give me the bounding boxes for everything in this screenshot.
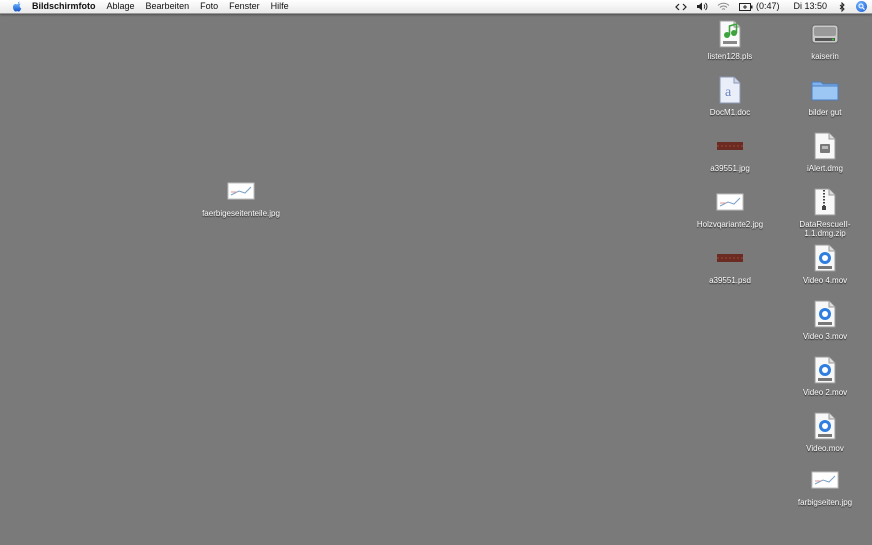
menu-fenster[interactable]: Fenster	[229, 0, 260, 13]
desktop-icon-label: kaiserin	[811, 52, 839, 61]
menu-ablage[interactable]: Ablage	[107, 0, 135, 13]
desktop-icon-listen128[interactable]: listen128.pls	[684, 19, 776, 61]
desktop-icon-label: Video 3.mov	[802, 332, 848, 341]
desktop-icon-faerbigeseitenteile[interactable]: faerbigeseitenteile.jpg	[195, 176, 287, 218]
battery-icon	[738, 2, 753, 11]
desktop-icon-label: Video.mov	[806, 444, 844, 453]
desktop-icon-label: Holzvqariante2.jpg	[696, 220, 764, 229]
menu-hilfe[interactable]: Hilfe	[271, 0, 289, 13]
desktop-icon-label: farbigseiten.jpg	[797, 498, 853, 507]
jpeg-thumbnail-icon	[715, 131, 745, 161]
desktop-icon-farbigseiten[interactable]: farbigseiten.jpg	[779, 465, 871, 507]
desktop-icon-label: iAlert.dmg	[806, 164, 843, 173]
desktop-icon-label: faerbigeseitenteile.jpg	[202, 209, 280, 218]
desktop-icon-label: DocM1.doc	[709, 108, 751, 117]
menu-app-name[interactable]: Bildschirmfoto	[32, 0, 96, 13]
quicktime-movie-icon	[810, 355, 840, 385]
jpeg-thumbnail-icon	[226, 176, 256, 206]
desktop-icon-video2[interactable]: Video 2.mov	[779, 355, 871, 397]
zip-archive-icon	[810, 187, 840, 217]
word-document-icon: a	[715, 75, 745, 105]
desktop-icon-holzvqariante2[interactable]: Holzvqariante2.jpg	[684, 187, 776, 229]
desktop-icon-video[interactable]: Video.mov	[779, 411, 871, 453]
svg-text:a: a	[725, 85, 732, 100]
desktop-icon-datarescue[interactable]: DataRescueII-1.1.dmg.zip	[779, 187, 871, 238]
desktop-icon-label: DataRescueII-1.1.dmg.zip	[799, 220, 851, 238]
spotlight-button[interactable]	[856, 1, 867, 12]
desktop-icon-label: a39551.jpg	[710, 164, 750, 173]
desktop-icon-kaiserin[interactable]: kaiserin	[779, 19, 871, 61]
disk-image-icon	[810, 131, 840, 161]
wifi-icon[interactable]	[717, 2, 730, 11]
apple-menu-icon[interactable]	[11, 1, 23, 13]
desktop-icon-label: Video 4.mov	[802, 276, 848, 285]
desktop-icon-video4[interactable]: Video 4.mov	[779, 243, 871, 285]
quicktime-movie-icon	[810, 243, 840, 273]
battery-time: (0:47)	[755, 1, 780, 11]
quicktime-movie-icon	[810, 299, 840, 329]
menu-bar: Bildschirmfoto Ablage Bearbeiten Foto Fe…	[0, 0, 872, 14]
psd-thumbnail-icon	[715, 243, 745, 273]
battery-status[interactable]: (0:47)	[738, 0, 780, 13]
desktop-icon-video3[interactable]: Video 3.mov	[779, 299, 871, 341]
desktop-icon-ialert[interactable]: iAlert.dmg	[779, 131, 871, 173]
desktop-icon-a39551-jpg[interactable]: a39551.jpg	[684, 131, 776, 173]
volume-icon[interactable]	[696, 2, 708, 11]
desktop-icon-bilder-gut[interactable]: bilder gut	[779, 75, 871, 117]
spotlight-icon	[856, 1, 867, 12]
hard-drive-icon	[810, 19, 840, 49]
desktop-icon-a39551-psd[interactable]: a39551.psd	[684, 243, 776, 285]
playlist-file-icon	[715, 19, 745, 49]
desktop-icon-docm1[interactable]: a DocM1.doc	[684, 75, 776, 117]
desktop-icon-label: listen128.pls	[707, 52, 753, 61]
desktop-icon-label: a39551.psd	[709, 276, 751, 285]
script-menu-icon[interactable]	[675, 3, 687, 11]
bluetooth-icon[interactable]	[839, 1, 846, 12]
jpeg-thumbnail-icon	[715, 187, 745, 217]
desktop-icon-label: bilder gut	[808, 108, 842, 117]
folder-icon	[810, 75, 840, 105]
menu-foto[interactable]: Foto	[200, 0, 218, 13]
desktop-icon-label: Video 2.mov	[802, 388, 848, 397]
menu-extras: (0:47) Di 13:50	[666, 0, 867, 13]
clock[interactable]: Di 13:50	[793, 0, 827, 13]
quicktime-movie-icon	[810, 411, 840, 441]
menu-bearbeiten[interactable]: Bearbeiten	[146, 0, 190, 13]
jpeg-thumbnail-icon	[810, 465, 840, 495]
